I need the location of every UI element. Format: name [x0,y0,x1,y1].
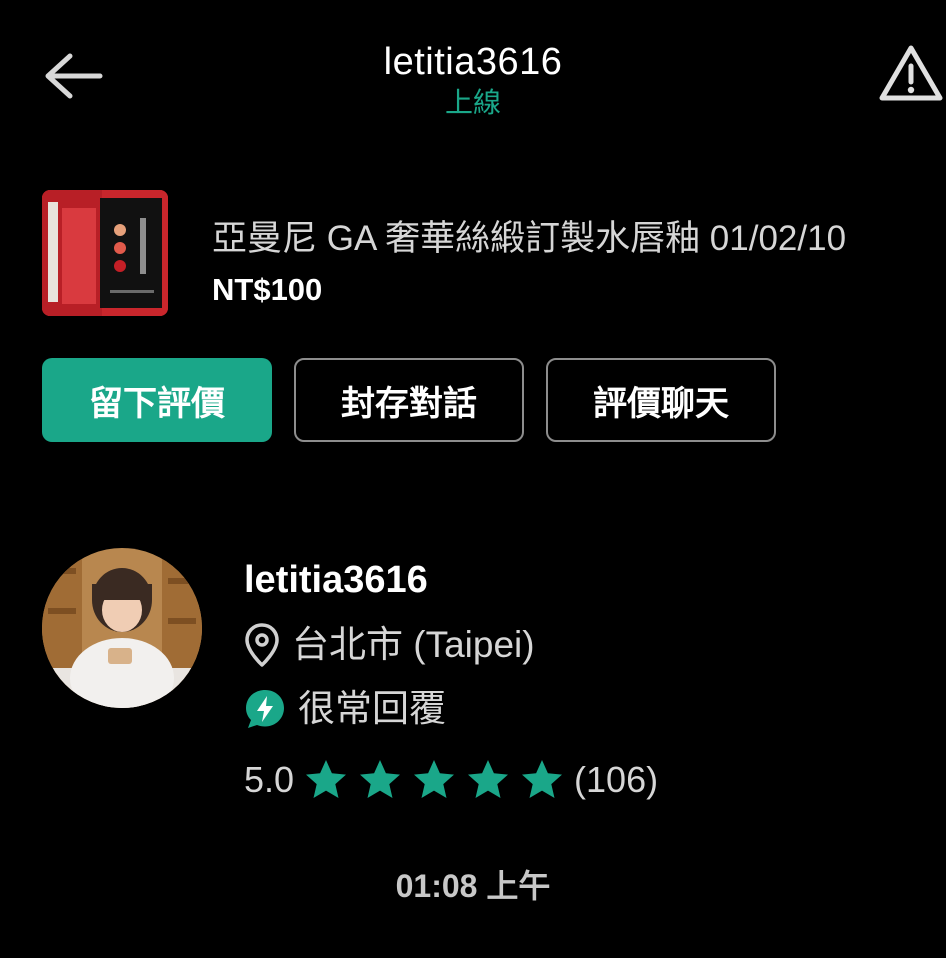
archive-chat-button[interactable]: 封存對話 [294,358,524,442]
reply-badge-text: 很常回覆 [298,688,446,729]
report-button[interactable] [878,42,944,104]
warning-icon [879,45,943,101]
location-text: 台北市 (Taipei) [292,624,535,665]
star-icon [414,760,455,798]
product-title[interactable]: 亞曼尼 GA 奢華絲緞訂製水唇釉 01/02/10 [212,216,946,262]
product-thumbnail[interactable] [42,190,168,316]
review-count: (106) [574,759,659,800]
star-icon [522,760,563,798]
lightning-chat-icon [246,690,284,728]
star-icon [306,760,347,798]
avatar-photo [42,548,202,708]
rating-stars [304,758,564,802]
seller-rating[interactable]: 5.0 (106) [244,758,658,802]
header-username: letitia3616 [383,41,563,83]
leave-review-button[interactable]: 留下評價 [42,358,272,442]
chat-header: letitia3616 上線 [0,38,946,120]
seller-name[interactable]: letitia3616 [244,556,428,604]
star-icon [360,760,401,798]
star-icon [468,760,509,798]
product-image [42,190,168,316]
seller-location: 台北市 (Taipei) [244,622,535,668]
reply-badge: 很常回覆 [244,686,446,732]
product-price: NT$100 [212,272,323,307]
rating-value: 5.0 [244,759,295,800]
rate-chat-button[interactable]: 評價聊天 [546,358,776,442]
location-pin-icon [245,623,279,667]
seller-avatar[interactable] [42,548,202,708]
online-status: 上線 [444,87,501,118]
chat-timestamp: 01:08 上午 [395,868,551,904]
